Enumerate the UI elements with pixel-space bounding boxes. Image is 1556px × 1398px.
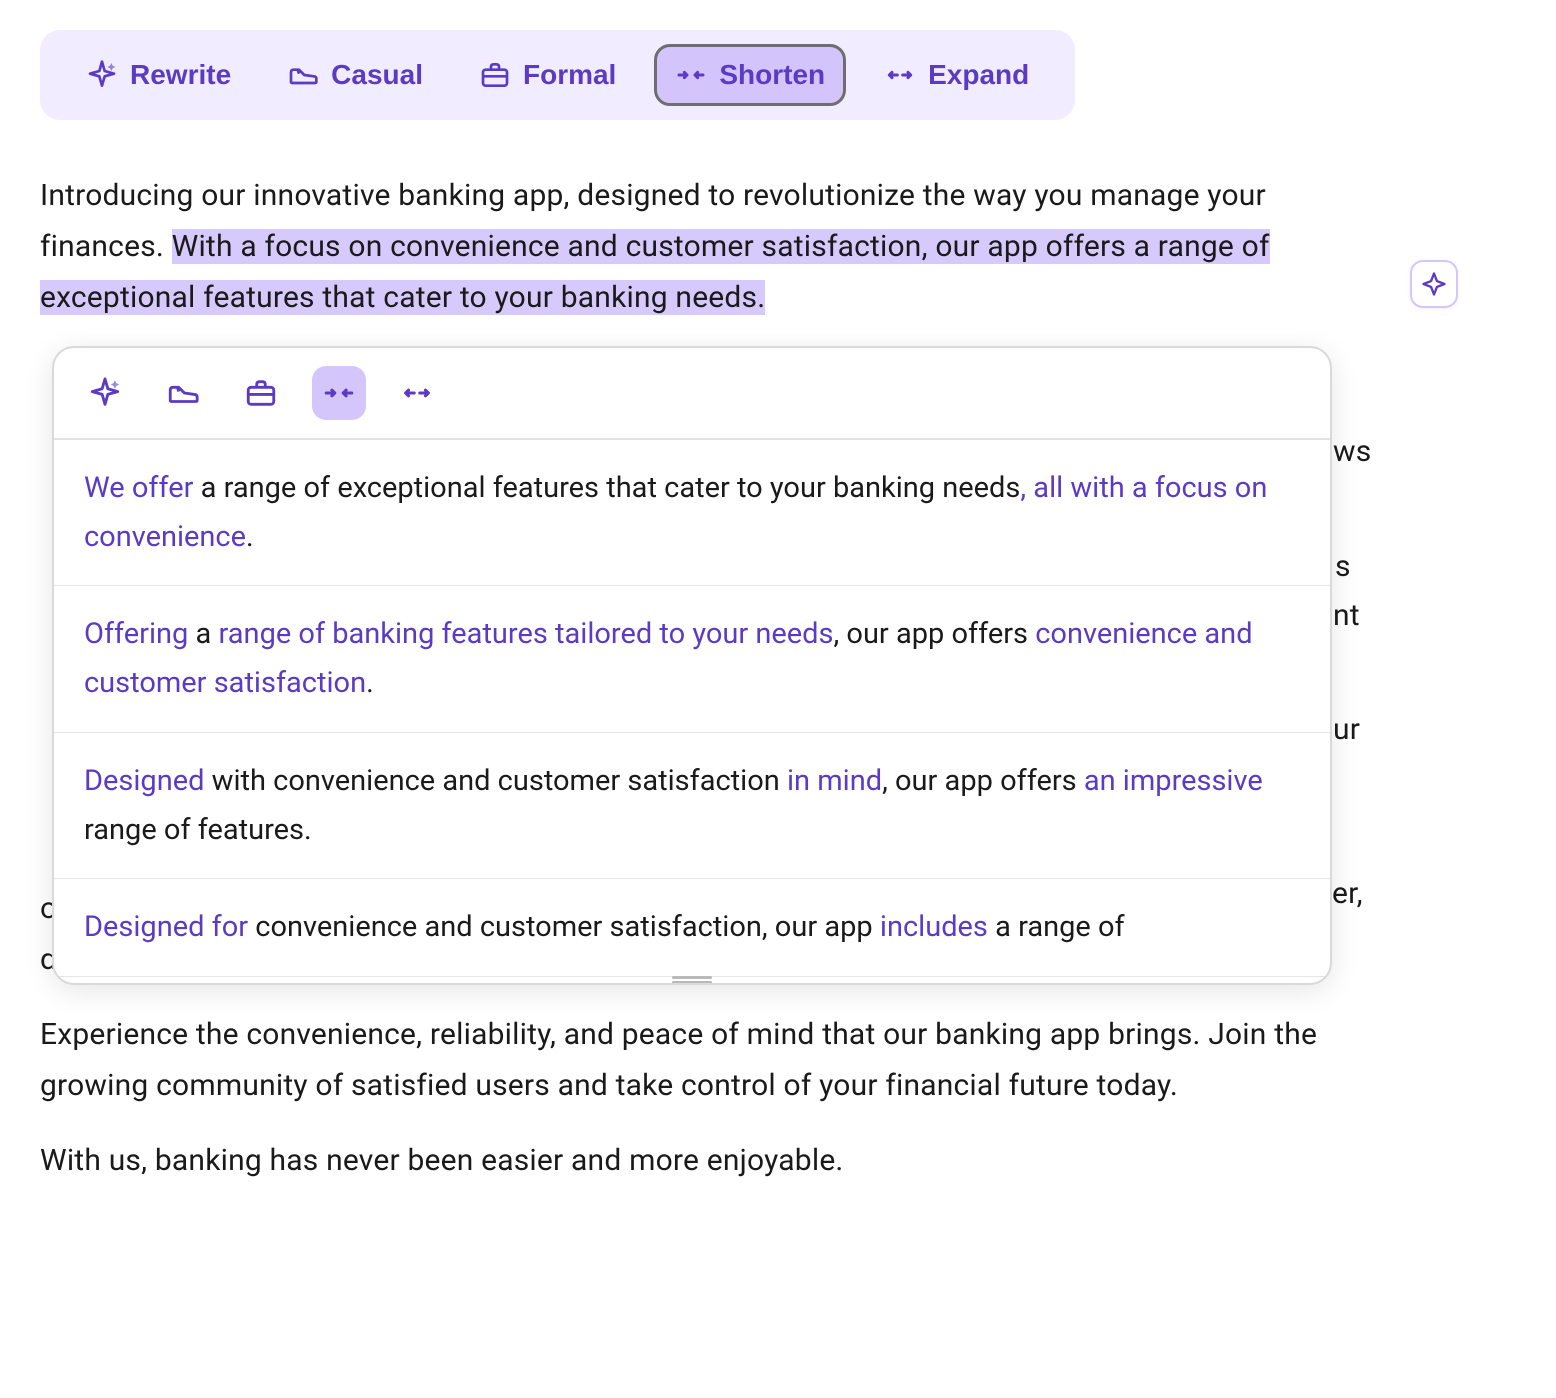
suggestion-fragment: . — [366, 666, 374, 700]
overflow-text: ws — [1333, 426, 1371, 477]
panel-casual-button[interactable] — [156, 366, 210, 420]
suggestion-fragment: range of banking features tailored to yo… — [219, 617, 834, 651]
expand-label: Expand — [928, 59, 1029, 91]
expand-button[interactable]: Expand — [866, 47, 1047, 103]
panel-formal-button[interactable] — [234, 366, 288, 420]
shorten-button[interactable]: Shorten — [654, 44, 846, 106]
overflow-text: er, — [1332, 868, 1363, 919]
suggestion-fragment: includes — [880, 910, 988, 944]
highlighted-text[interactable]: With a focus on convenience and customer… — [40, 229, 1270, 315]
paragraph-4: With us, banking has never been easier a… — [40, 1135, 1516, 1186]
suggestion-fragment: a range of — [988, 910, 1125, 944]
shorten-label: Shorten — [719, 59, 825, 91]
paragraph-3: Experience the convenience, reliability,… — [40, 1009, 1330, 1111]
suggestion-fragment: a — [188, 617, 218, 651]
drag-handle[interactable] — [54, 977, 1330, 983]
sparkle-side-button[interactable] — [1410, 260, 1458, 308]
shorten-icon — [675, 59, 707, 91]
suggestion-item[interactable]: Designed with convenience and customer s… — [54, 733, 1330, 879]
suggestion-fragment: , our app offers — [834, 617, 1036, 651]
suggestion-fragment: with convenience and customer satisfacti… — [204, 764, 787, 798]
casual-button[interactable]: Casual — [269, 47, 441, 103]
formal-button[interactable]: Formal — [461, 47, 634, 103]
suggestion-fragment: Designed for — [84, 910, 248, 944]
shoe-icon — [287, 59, 319, 91]
suggestion-fragment: convenience and customer satisfaction, o… — [248, 910, 880, 944]
rewrite-label: Rewrite — [130, 59, 231, 91]
formal-label: Formal — [523, 59, 616, 91]
briefcase-icon — [244, 376, 278, 410]
suggestion-fragment: a range of exceptional features that cat… — [193, 471, 1020, 505]
expand-icon — [400, 376, 434, 410]
suggestion-fragment: We offer — [84, 471, 193, 505]
suggestions-icon-row — [54, 348, 1330, 440]
suggestion-fragment: . — [246, 520, 254, 554]
suggestion-item[interactable]: Designed for convenience and customer sa… — [54, 879, 1330, 977]
shorten-icon — [322, 376, 356, 410]
panel-rewrite-button[interactable] — [78, 366, 132, 420]
suggestions-panel: We offer a range of exceptional features… — [52, 346, 1332, 985]
paragraph-1: Introducing our innovative banking app, … — [40, 170, 1360, 323]
casual-label: Casual — [331, 59, 423, 91]
overflow-text: s — [1335, 541, 1351, 592]
suggestion-fragment: Offering — [84, 617, 188, 651]
suggestion-fragment: in mind — [787, 764, 882, 798]
sparkle-icon — [1420, 270, 1448, 298]
suggestion-fragment: range of features. — [84, 813, 312, 847]
panel-expand-button[interactable] — [390, 366, 444, 420]
expand-icon — [884, 59, 916, 91]
overflow-text: ur — [1333, 704, 1360, 755]
briefcase-icon — [479, 59, 511, 91]
suggestion-fragment: , our app offers — [882, 764, 1084, 798]
rewrite-button[interactable]: Rewrite — [68, 47, 249, 103]
rewrite-toolbar: Rewrite Casual Formal Shorten Expand — [40, 30, 1075, 120]
sparkle-icon — [86, 59, 118, 91]
suggestion-item[interactable]: Offering a range of banking features tai… — [54, 586, 1330, 732]
overflow-text: nt — [1333, 590, 1360, 641]
suggestion-fragment: an impressive — [1084, 764, 1263, 798]
panel-shorten-button[interactable] — [312, 366, 366, 420]
shoe-icon — [166, 376, 200, 410]
suggestion-fragment: Designed — [84, 764, 204, 798]
suggestion-item[interactable]: We offer a range of exceptional features… — [54, 440, 1330, 586]
sparkle-icon — [88, 376, 122, 410]
